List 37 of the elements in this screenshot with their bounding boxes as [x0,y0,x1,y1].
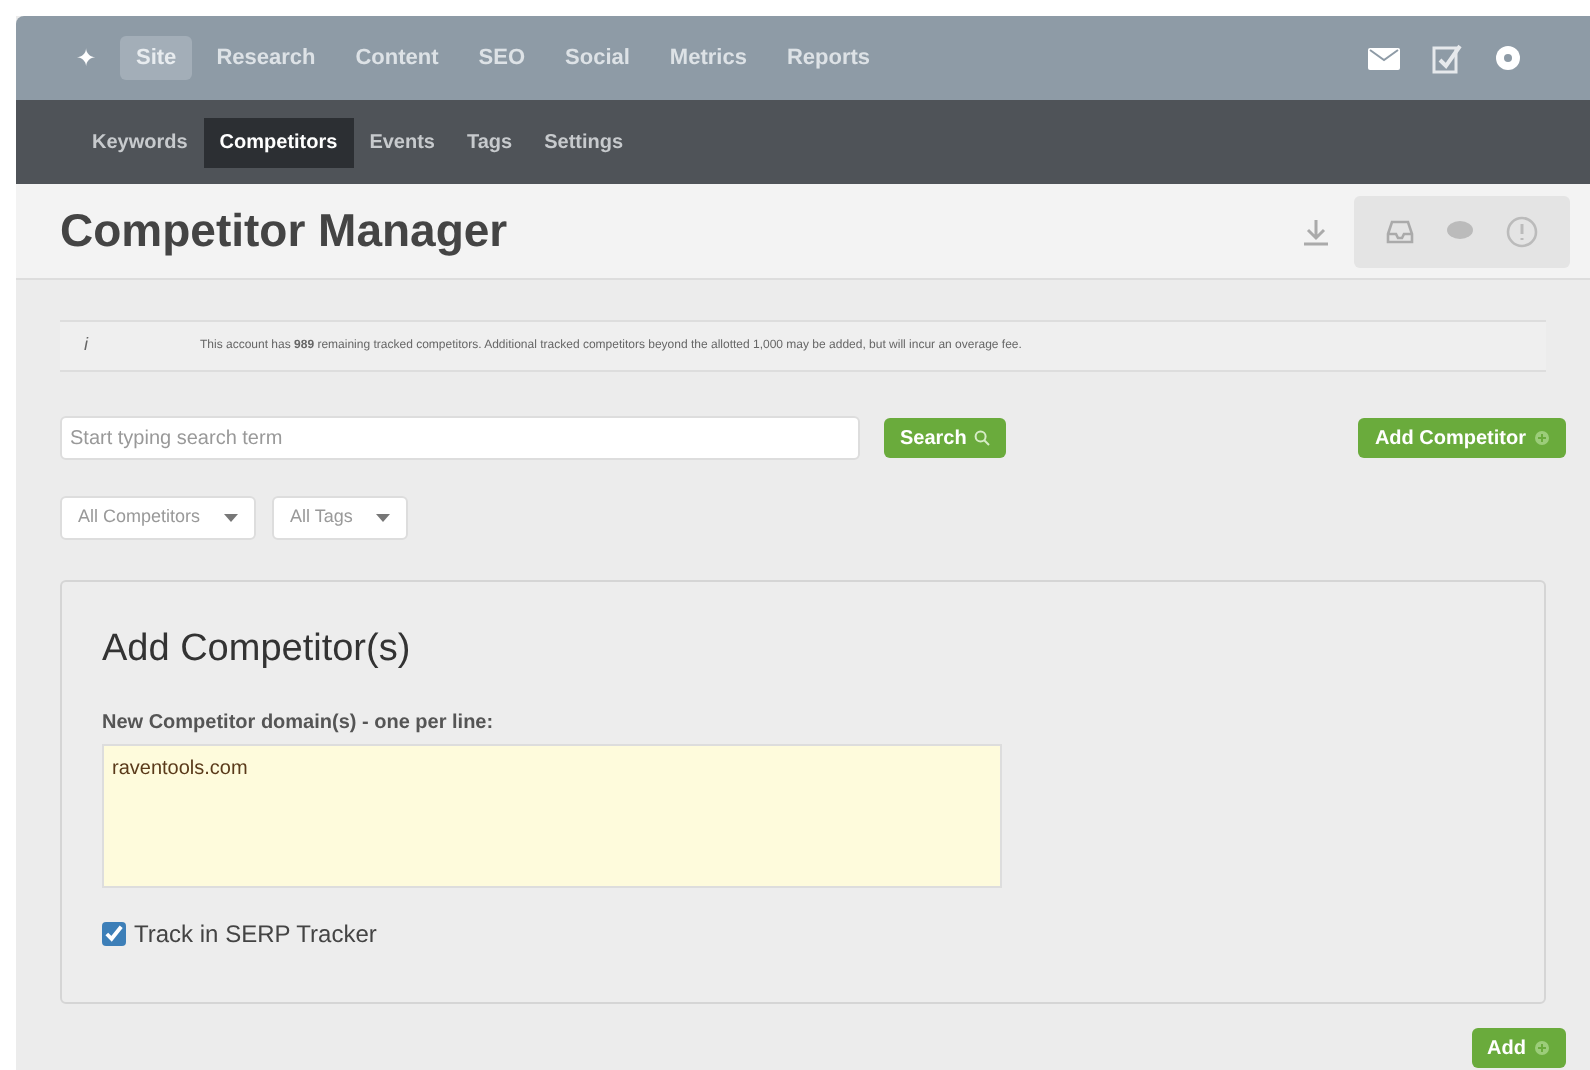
domains-field[interactable]: raventools.com [102,743,1002,887]
nav-tab[interactable]: Site [120,35,193,81]
add-competitor-button[interactable]: Add Competitor [1358,418,1566,458]
panel-title: Add Competitor(s) [102,626,413,674]
home-icon[interactable]: ✦ [76,40,96,76]
subnav-tab[interactable]: Competitors [203,117,354,167]
info-icon: i [60,332,200,360]
checklist-icon[interactable] [1432,43,1462,73]
nav-tab[interactable]: Metrics [653,35,763,81]
filter-dropdown[interactable]: All Competitors [60,496,257,540]
search-button[interactable]: Search [884,418,1007,458]
subnav-tab[interactable]: Events [353,117,451,167]
subnav-tab[interactable]: Tags [451,117,529,167]
nav-tab[interactable]: Reports [770,35,887,81]
filter-dropdown[interactable]: All Tags [272,496,409,540]
checkbox-label: Track in SERP Tracker [134,917,377,951]
add-button[interactable]: Add [1471,1028,1566,1068]
nav-tab[interactable]: Content [339,35,455,81]
settings-icon[interactable] [1494,44,1522,72]
serp-checkbox[interactable] [102,921,126,945]
inbox-icon[interactable] [1386,219,1414,243]
caret-icon [376,514,391,522]
subnav-tab[interactable]: Keywords [76,117,204,167]
nav-tab[interactable]: SEO [462,35,542,81]
download-icon[interactable] [1302,217,1330,245]
plus-icon [1534,430,1550,446]
comment-icon[interactable] [1446,220,1474,242]
page-title: Competitor Manager [60,202,508,261]
search-field[interactable]: Start typing search term [60,416,860,460]
search-icon [974,430,991,446]
mail-icon[interactable] [1368,47,1400,69]
caret-icon [224,514,239,522]
plus-icon [1534,1040,1550,1056]
field-label: New Competitor domain(s) - one per line: [102,709,496,737]
nav-tab[interactable]: Social [549,35,646,81]
nav-tab[interactable]: Research [200,35,332,81]
subnav-tab[interactable]: Settings [528,117,640,167]
